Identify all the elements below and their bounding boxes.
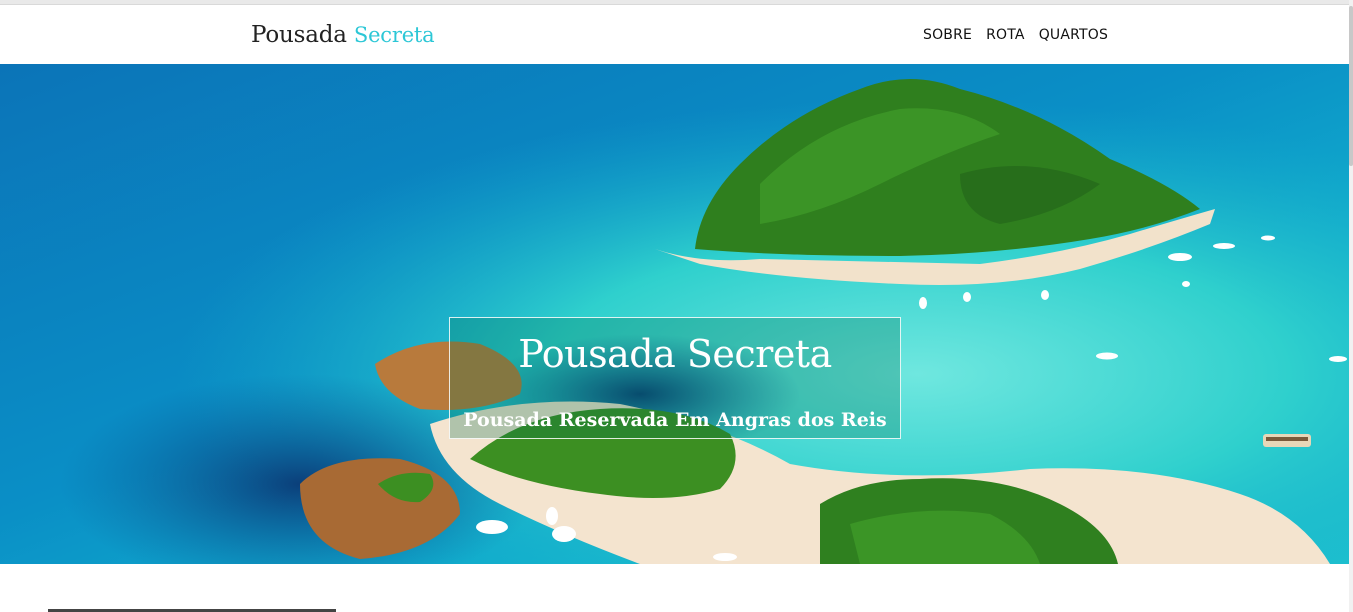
scrollbar-thumb[interactable] xyxy=(1349,6,1353,166)
hero-island-image xyxy=(0,64,1349,564)
hero-subtitle: Pousada Reservada Em Angras dos Reis xyxy=(463,409,887,431)
nav-link-rota[interactable]: ROTA xyxy=(986,27,1025,43)
top-navbar: Pousada Secreta SOBRE ROTA QUARTOS xyxy=(0,5,1349,64)
brand-accent: Secreta xyxy=(353,23,435,47)
hero-title: Pousada Secreta xyxy=(518,332,832,376)
brand-logo[interactable]: Pousada Secreta xyxy=(251,22,435,48)
nav-link-quartos[interactable]: QUARTOS xyxy=(1039,27,1108,43)
page-scrollbar[interactable] xyxy=(1349,0,1353,612)
hero-caption-box: Pousada Secreta Pousada Reservada Em Ang… xyxy=(449,317,901,439)
nav-menu: SOBRE ROTA QUARTOS xyxy=(923,27,1108,43)
brand-primary: Pousada xyxy=(251,22,347,48)
nav-link-sobre[interactable]: SOBRE xyxy=(923,27,972,43)
hero-banner: Pousada Secreta Pousada Reservada Em Ang… xyxy=(0,64,1349,564)
